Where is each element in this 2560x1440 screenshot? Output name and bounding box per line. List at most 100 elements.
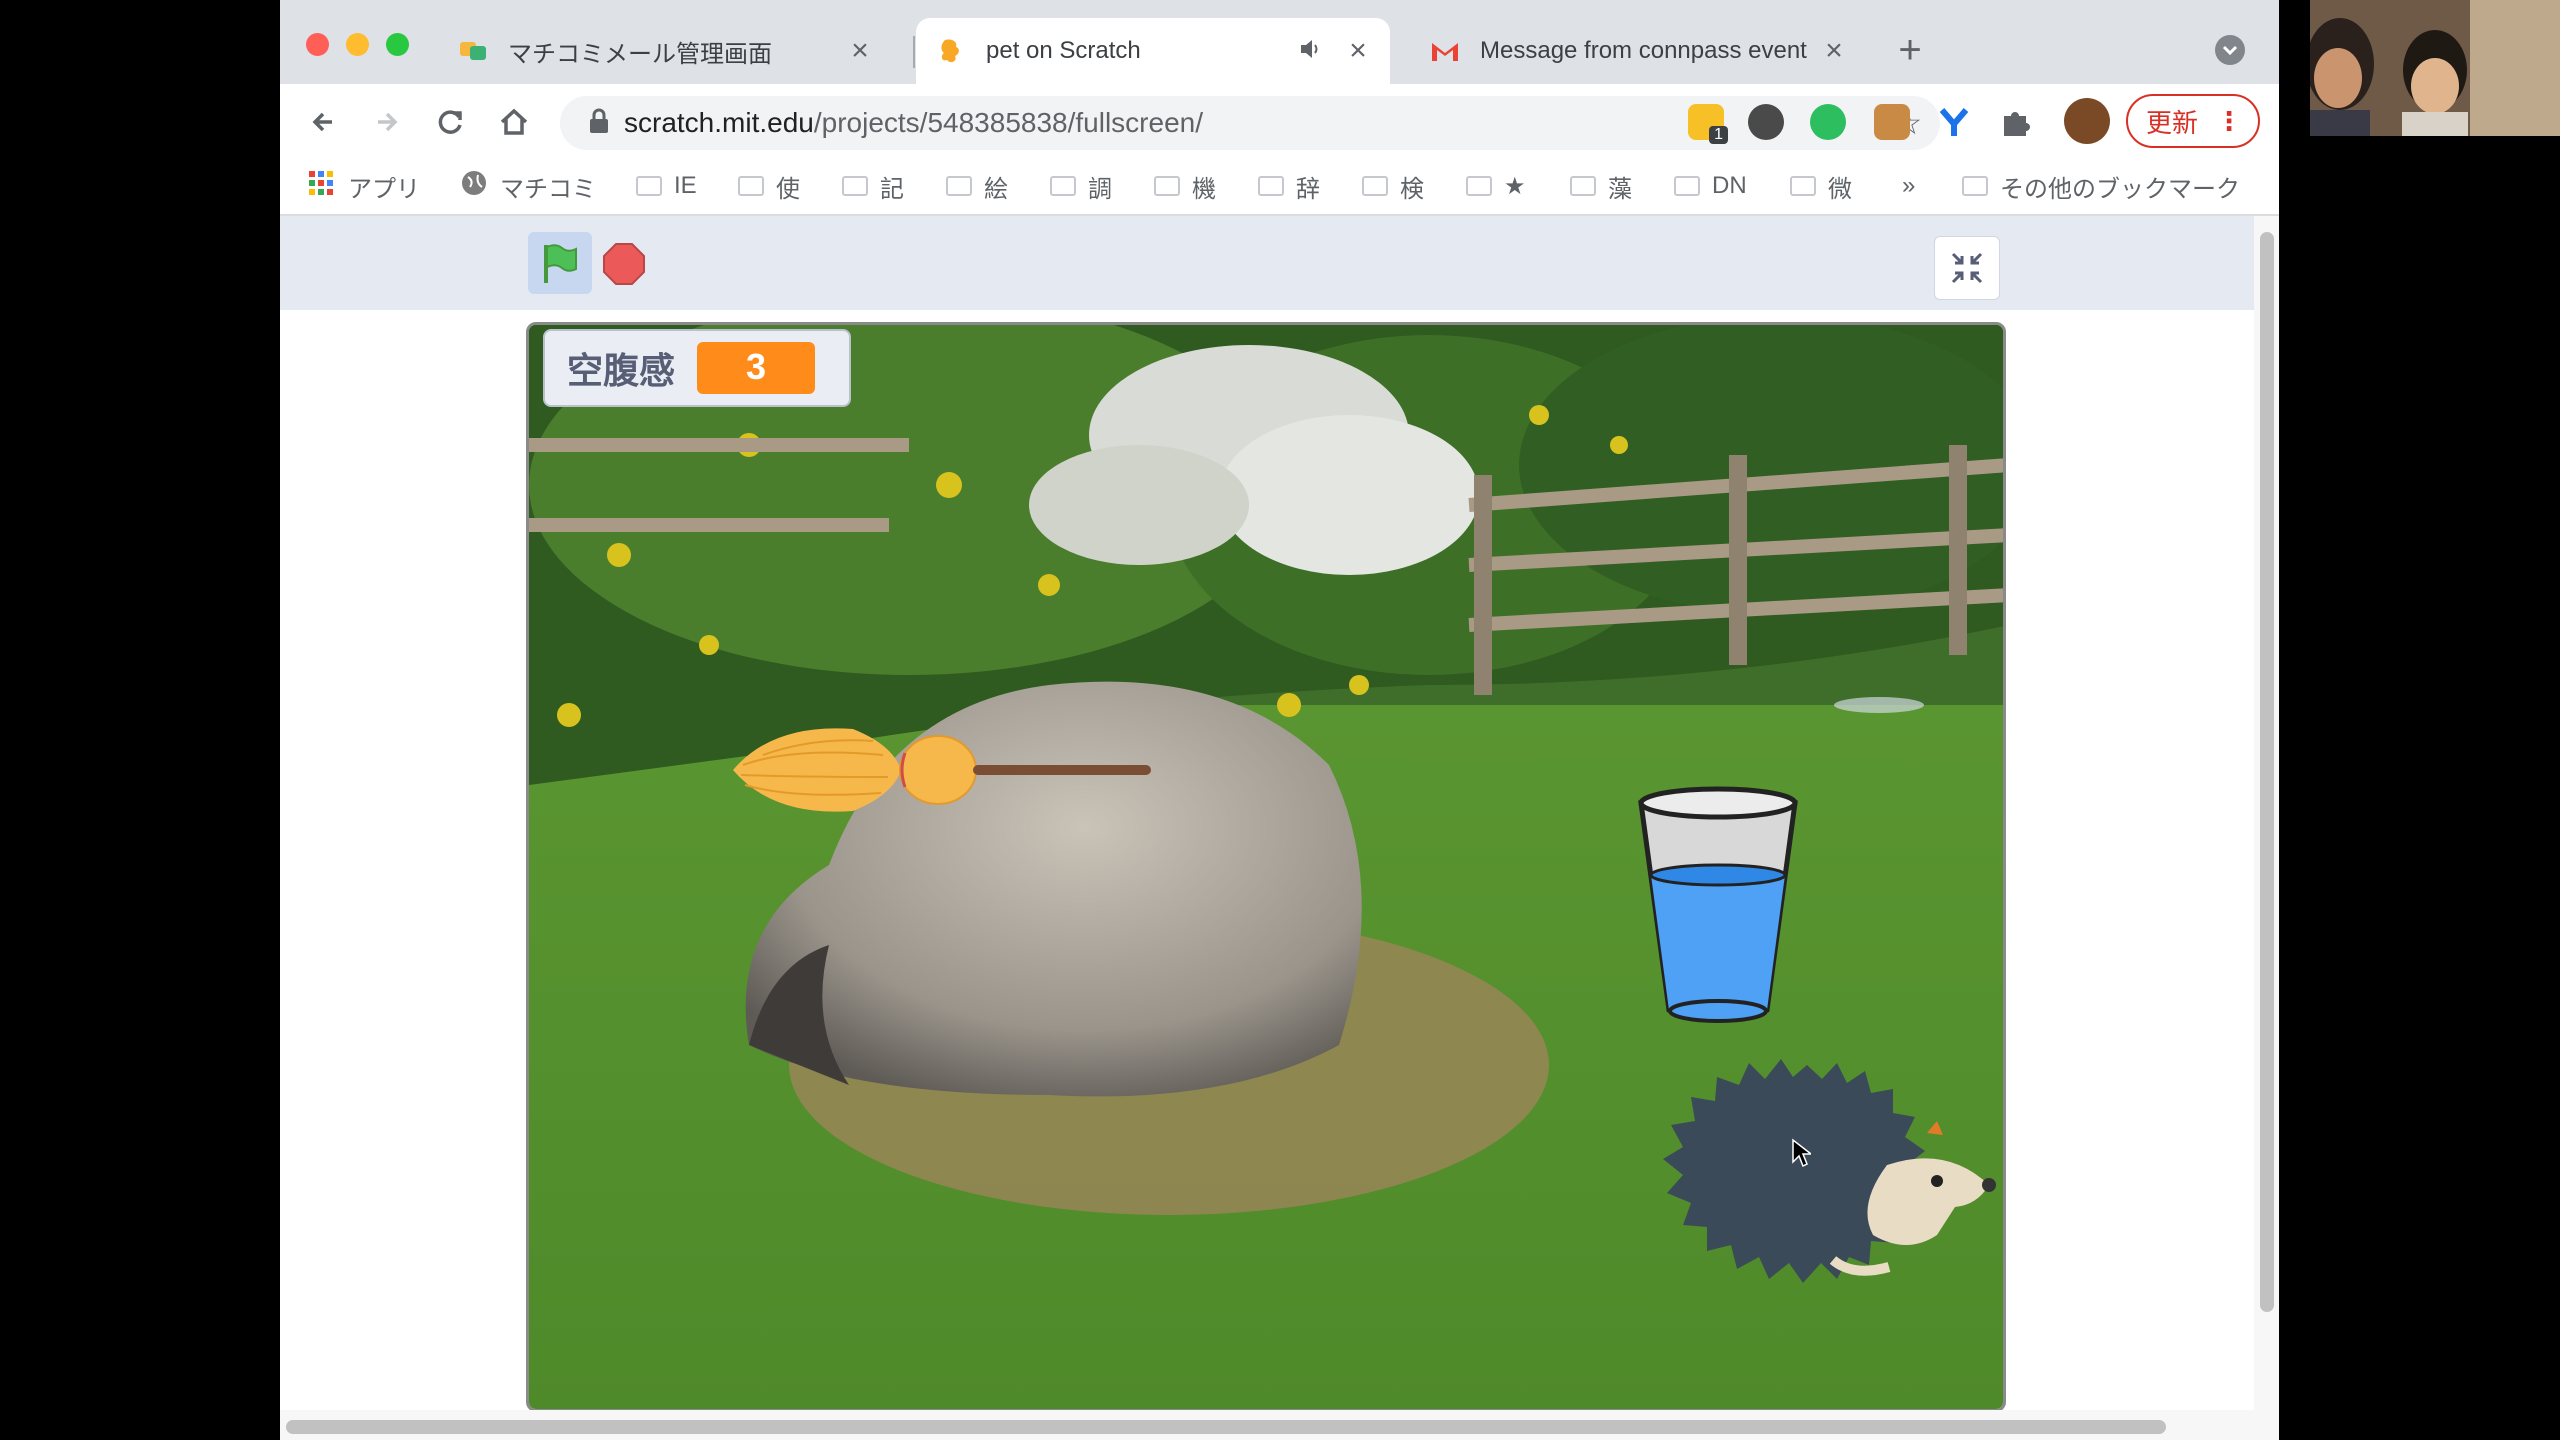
gmail-icon bbox=[1430, 36, 1460, 66]
bookmark-folder-1[interactable]: 使 bbox=[738, 170, 800, 203]
bookmark-folder-4[interactable]: 調 bbox=[1050, 170, 1112, 203]
extension-machicomi-icon[interactable]: 1 bbox=[1688, 104, 1728, 144]
window-maximize-button[interactable] bbox=[386, 33, 409, 56]
bookmark-label: 記 bbox=[880, 175, 904, 203]
folder-icon bbox=[946, 176, 972, 196]
window-close-button[interactable] bbox=[306, 33, 329, 56]
folder-icon bbox=[1962, 176, 1988, 196]
apps-grid-icon bbox=[308, 170, 334, 203]
tab-gmail[interactable]: Message from connpass event × bbox=[1410, 18, 1866, 84]
reload-icon[interactable] bbox=[428, 100, 472, 144]
water-glass-sprite[interactable] bbox=[1633, 785, 1803, 1025]
stop-icon bbox=[603, 243, 645, 285]
folder-icon bbox=[1466, 176, 1492, 196]
home-icon[interactable] bbox=[492, 100, 536, 144]
window-minimize-button[interactable] bbox=[346, 33, 369, 56]
bookmark-label: マチコミ bbox=[500, 175, 596, 203]
broom-sprite[interactable] bbox=[733, 715, 1153, 825]
tab-pet-on-scratch[interactable]: pet on Scratch × bbox=[916, 18, 1390, 84]
bookmark-folder-ie[interactable]: IE bbox=[636, 170, 697, 202]
more-menu-icon[interactable]: ⋮ bbox=[2216, 106, 2242, 137]
folder-icon bbox=[1050, 176, 1076, 196]
vertical-scrollbar[interactable] bbox=[2254, 216, 2279, 1440]
tab-machicomi[interactable]: マチコミメール管理画面 × bbox=[438, 18, 892, 84]
browser-window: マチコミメール管理画面 × pet on Scratch × Message f… bbox=[280, 0, 2279, 1440]
folder-icon bbox=[1258, 176, 1284, 196]
speaker-icon[interactable] bbox=[1298, 36, 1324, 67]
bookmark-other-bookmarks[interactable]: その他のブックマーク bbox=[1962, 170, 2240, 203]
green-flag-icon bbox=[544, 244, 577, 283]
extension-badge: 1 bbox=[1709, 126, 1728, 144]
globe-icon bbox=[460, 169, 488, 204]
page-content: 空腹感 3 bbox=[280, 216, 2279, 1440]
bookmark-folder-3[interactable]: 絵 bbox=[946, 170, 1008, 203]
bookmark-folder-2[interactable]: 記 bbox=[842, 170, 904, 203]
tab-title: マチコミメール管理画面 bbox=[508, 40, 772, 68]
extensions-puzzle-icon[interactable] bbox=[1998, 104, 2034, 140]
scratch-icon bbox=[936, 36, 966, 66]
address-bar[interactable]: scratch.mit.edu/projects/548385838/fulls… bbox=[560, 96, 1940, 150]
horizontal-scrollbar[interactable] bbox=[280, 1410, 2254, 1440]
bookmark-label: 機 bbox=[1192, 175, 1216, 203]
bookmark-folder-dn[interactable]: DN bbox=[1674, 170, 1747, 202]
bookmark-label: 使 bbox=[776, 175, 800, 203]
back-icon[interactable] bbox=[302, 100, 346, 144]
browser-toolbar: scratch.mit.edu/projects/548385838/fulls… bbox=[280, 84, 2279, 158]
bookmark-folder-star[interactable]: ★ bbox=[1466, 170, 1526, 202]
mouse-cursor-icon bbox=[1792, 1138, 1811, 1168]
exit-fullscreen-button[interactable] bbox=[1934, 236, 2000, 300]
bookmark-folder-5[interactable]: 機 bbox=[1154, 170, 1216, 203]
bookmark-apps[interactable]: アプリ bbox=[308, 170, 420, 203]
profile-avatar[interactable] bbox=[2064, 98, 2110, 144]
extension-soccer-icon[interactable] bbox=[1748, 104, 1784, 140]
url-path: /projects/548385838/fullscreen/ bbox=[813, 107, 1204, 138]
variable-monitor-hunger: 空腹感 3 bbox=[543, 329, 851, 407]
bookmark-label: その他のブックマーク bbox=[2000, 175, 2240, 203]
bookmark-label: 絵 bbox=[984, 175, 1008, 203]
bookmark-label: 藻 bbox=[1608, 175, 1632, 203]
extension-paint-icon[interactable] bbox=[1874, 104, 1910, 140]
bookmark-folder-8[interactable]: 藻 bbox=[1570, 170, 1632, 203]
update-button[interactable]: 更新 ⋮ bbox=[2126, 94, 2260, 148]
webcam-overlay bbox=[2310, 0, 2560, 136]
close-icon[interactable]: × bbox=[1344, 34, 1372, 68]
bookmark-machicomi[interactable]: マチコミ bbox=[460, 169, 596, 204]
bookmarks-bar: アプリ マチコミ IE 使 記 絵 調 機 辞 検 ★ 藻 DN 微 » その他… bbox=[280, 158, 2279, 216]
tab-title: Message from connpass event bbox=[1480, 37, 1807, 64]
horizontal-scrollbar-thumb[interactable] bbox=[286, 1420, 2166, 1434]
close-icon[interactable]: × bbox=[846, 34, 874, 68]
scratch-controls-bar bbox=[280, 216, 2254, 310]
bookmark-folder-9[interactable]: 微 bbox=[1790, 170, 1852, 203]
scratch-stage[interactable]: 空腹感 3 bbox=[526, 322, 2006, 1412]
hedgehog-sprite[interactable] bbox=[1637, 1055, 1997, 1305]
folder-icon bbox=[636, 176, 662, 196]
extension-y-icon[interactable] bbox=[1936, 104, 1972, 140]
extension-evernote-icon[interactable] bbox=[1810, 104, 1846, 140]
bookmark-label: 検 bbox=[1400, 175, 1424, 203]
variable-value: 3 bbox=[697, 342, 816, 394]
new-tab-button[interactable]: + bbox=[1888, 28, 1932, 72]
stop-button[interactable] bbox=[602, 242, 646, 291]
bookmark-folder-6[interactable]: 辞 bbox=[1258, 170, 1320, 203]
bookmarks-overflow-button[interactable]: » bbox=[1902, 170, 1915, 202]
folder-icon bbox=[1570, 176, 1596, 196]
bookmark-label: IE bbox=[674, 172, 697, 199]
lock-icon[interactable] bbox=[588, 108, 610, 139]
green-flag-button[interactable] bbox=[528, 232, 592, 294]
close-icon[interactable]: × bbox=[1820, 34, 1848, 68]
chevron-right-icon: » bbox=[1902, 172, 1916, 199]
forward-icon[interactable] bbox=[364, 100, 408, 144]
url-host: scratch.mit.edu bbox=[624, 107, 814, 138]
bookmark-label: 調 bbox=[1088, 175, 1112, 203]
exit-fullscreen-icon bbox=[1951, 252, 1983, 284]
tab-title: pet on Scratch bbox=[986, 37, 1141, 64]
folder-icon bbox=[1362, 176, 1388, 196]
bookmark-label: DN bbox=[1712, 172, 1747, 199]
machicomi-icon bbox=[458, 36, 488, 66]
folder-icon bbox=[738, 176, 764, 196]
tab-search-icon[interactable] bbox=[2215, 35, 2245, 65]
bookmark-label: ★ bbox=[1504, 172, 1526, 200]
vertical-scrollbar-thumb[interactable] bbox=[2260, 232, 2274, 1312]
bookmark-folder-7[interactable]: 検 bbox=[1362, 170, 1424, 203]
update-label: 更新 bbox=[2145, 107, 2198, 138]
